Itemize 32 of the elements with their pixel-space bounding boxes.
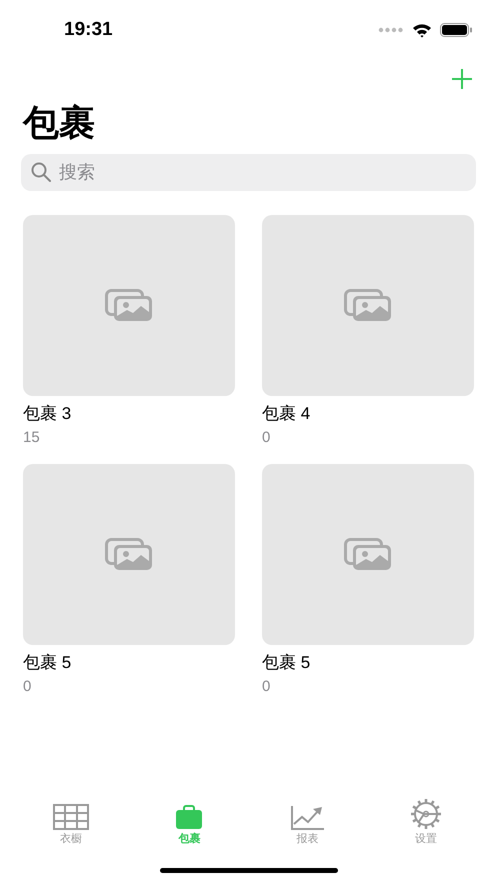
package-name: 包裹 3 [23,403,72,425]
page-title: 包裹 [23,101,95,145]
photos-icon [344,289,392,322]
add-icon[interactable] [451,68,473,90]
package-thumbnail[interactable] [23,464,235,645]
tab-item[interactable]: 衣橱 [36,786,106,846]
photos-icon [344,538,392,571]
package-name: 包裹 5 [262,652,310,674]
package-name: 包裹 5 [23,652,72,674]
wifi-icon [412,22,432,38]
package-thumbnail[interactable] [262,215,474,396]
wardrobe-icon [53,804,90,830]
battery-icon [440,23,473,37]
bag-icon [175,805,204,830]
tab-item[interactable]: 报表 [272,786,343,846]
package-name: 包裹 4 [262,403,310,425]
item-count: 0 [262,678,270,695]
photos-icon [105,538,153,571]
package-thumbnail[interactable] [23,215,235,396]
photos-icon [105,289,153,322]
search-field[interactable]: 搜索 [21,154,476,191]
settings-icon [410,798,442,830]
tab-item[interactable]: 包裹 [154,786,224,846]
item-count: 15 [23,429,40,446]
package-thumbnail[interactable] [262,464,474,645]
item-count: 0 [23,678,32,695]
search-icon [31,162,51,182]
chart-icon [290,805,325,830]
status-time: 19:31 [64,19,113,41]
item-count: 0 [262,429,270,446]
tab-item[interactable]: 设置 [390,786,461,846]
signal-icon [378,27,404,33]
